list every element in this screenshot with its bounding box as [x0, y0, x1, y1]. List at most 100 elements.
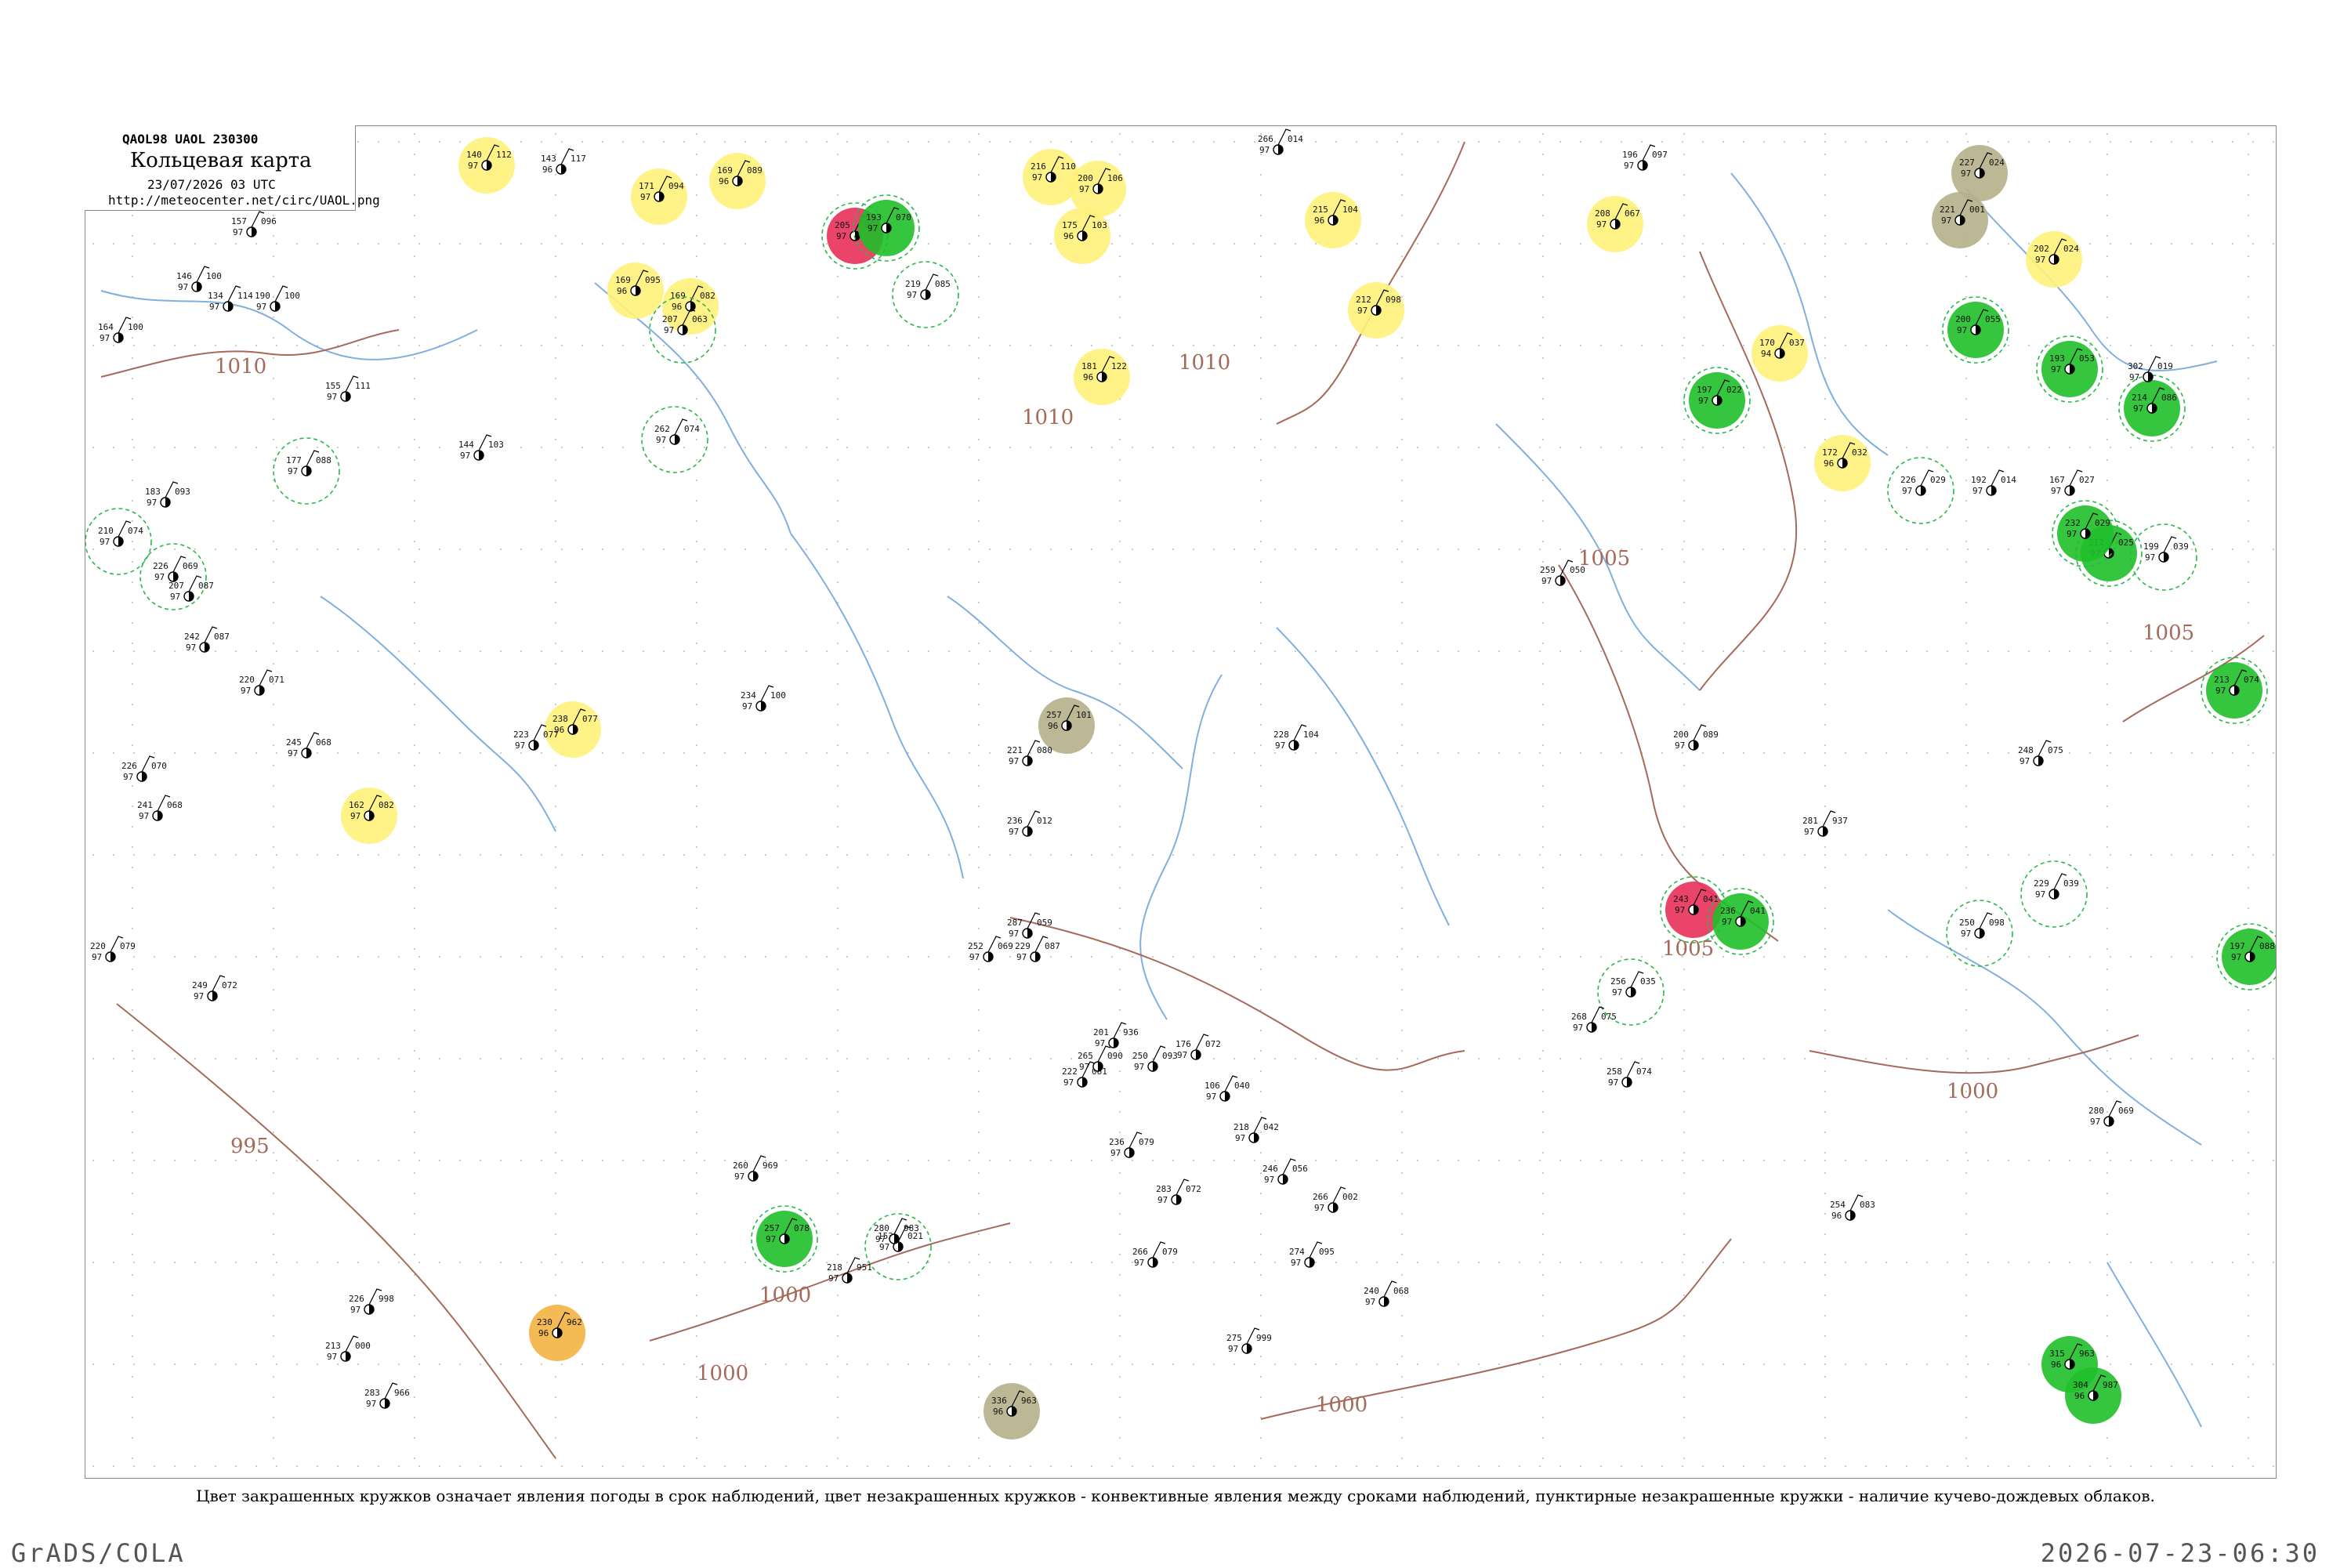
station-plot[interactable]: 146 10097 [176, 266, 222, 292]
station-plot[interactable]: 236 04197 [1707, 888, 1774, 955]
station-plot[interactable]: 155 11197 [325, 375, 371, 402]
station-plot[interactable]: 260 96997 [733, 1155, 778, 1182]
station-plot[interactable]: 177 08897 [273, 437, 340, 505]
station-plot[interactable]: 236 01297 [1007, 810, 1052, 837]
station-plot[interactable]: 228 10497 [1273, 724, 1319, 751]
station-temperature: 275 [1226, 1333, 1242, 1343]
station-plot[interactable]: 250 09897 [1946, 900, 2013, 967]
graticule-dot [132, 989, 133, 990]
station-plot[interactable]: 212 09897 [1348, 282, 1404, 339]
station-temperature: 219 [905, 279, 921, 289]
station-plot[interactable]: 167 02797 [2049, 469, 2095, 496]
graticule-dot [1274, 956, 1276, 958]
station-plot[interactable]: 183 09397 [145, 481, 190, 508]
station-plot[interactable]: 266 01497 [1258, 129, 1303, 155]
station-plot[interactable]: 236 07997 [1109, 1132, 1154, 1158]
station-plot[interactable]: 201 93697 [1093, 1022, 1139, 1048]
station-plot[interactable]: 196 09797 [1622, 144, 1668, 171]
station-plot[interactable]: 181 12296 [1074, 349, 1130, 405]
station-plot[interactable]: 213 07497 [2201, 657, 2268, 724]
station-plot[interactable]: 258 07497 [1607, 1061, 1652, 1088]
station-plot[interactable]: 157 09697 [231, 211, 277, 237]
station-plot[interactable]: 257 07897 [751, 1205, 818, 1273]
station-plot[interactable]: 220 07197 [239, 669, 284, 696]
station-plot[interactable]: 248 07597 [2018, 740, 2063, 766]
station-humidity: 97 [766, 1234, 776, 1244]
station-plot[interactable]: 283 96697 [364, 1382, 410, 1409]
station-plot[interactable]: 170 03794 [1751, 325, 1808, 382]
station-plot[interactable]: 265 09097 [1078, 1045, 1123, 1072]
station-plot[interactable]: 262 07497 [641, 406, 708, 473]
graticule-dot [1824, 643, 1826, 644]
station-plot[interactable]: 210 07497 [85, 508, 152, 575]
graticule-dot [541, 1262, 542, 1263]
graticule-dot [1119, 561, 1121, 563]
station-plot[interactable]: 241 06897 [137, 795, 183, 821]
station-plot[interactable]: 336 96396 [984, 1383, 1040, 1439]
station-plot[interactable]: 283 07297 [1156, 1179, 1201, 1205]
station-plot[interactable]: 220 07997 [90, 936, 136, 962]
station-plot[interactable]: 213 00097 [325, 1335, 371, 1362]
station-plot[interactable]: 266 00297 [1313, 1186, 1358, 1213]
station-plot[interactable]: 287 05997 [1007, 912, 1052, 939]
station-plot[interactable]: 172 03296 [1814, 435, 1871, 491]
station-plot[interactable]: 197 08897 [2216, 923, 2276, 990]
station-plot[interactable]: 304 98796 [2065, 1367, 2121, 1424]
station-plot[interactable]: 208 06797 [1587, 196, 1643, 252]
station-plot[interactable]: 218 04297 [1233, 1117, 1279, 1143]
station-plot[interactable]: 230 96296 [529, 1305, 585, 1361]
station-plot[interactable]: 175 10396 [1054, 208, 1110, 264]
station-plot[interactable]: 202 02497 [2026, 231, 2082, 288]
station-plot[interactable]: 280 06997 [2088, 1100, 2134, 1127]
station-plot[interactable]: 268 07597 [1571, 1006, 1617, 1033]
station-plot[interactable]: 218 95197 [827, 1257, 872, 1284]
station-plot[interactable]: 226 07097 [121, 755, 167, 782]
station-plot[interactable]: 214 08697 [2118, 375, 2186, 442]
graticule-dot [2089, 956, 2091, 958]
station-plot[interactable]: 144 10397 [458, 434, 504, 461]
station-plot[interactable]: 162 08297 [341, 788, 397, 844]
station-plot[interactable]: 143 11796 [541, 148, 586, 175]
station-plot[interactable]: 281 93797 [1802, 810, 1848, 837]
station-plot[interactable]: 192 01497 [1971, 469, 2016, 496]
station-plot[interactable]: 200 05597 [1942, 296, 2009, 364]
graticule-dot [744, 956, 746, 958]
graticule-dot [1172, 549, 1174, 550]
station-plot[interactable]: 226 99897 [349, 1288, 394, 1315]
graticule-dot [439, 1363, 440, 1365]
station-plot[interactable]: 229 03997 [2020, 860, 2088, 928]
station-plot[interactable]: 200 08997 [1673, 724, 1719, 751]
station-plot[interactable]: 250 09397 [1132, 1045, 1178, 1072]
station-plot[interactable]: 216 11097 [1023, 149, 1079, 205]
station-plot[interactable]: 190 10097 [255, 285, 300, 312]
station-plot[interactable]: 252 06997 [968, 936, 1013, 962]
station-plot[interactable]: 254 08396 [1830, 1194, 1875, 1221]
station-plot[interactable]: 171 09497 [631, 168, 687, 225]
station-plot[interactable]: 266 07997 [1132, 1241, 1178, 1268]
station-plot[interactable]: 275 99997 [1226, 1327, 1272, 1354]
station-plot[interactable]: 197 02297 [1683, 367, 1751, 434]
station-plot[interactable]: 249 07297 [192, 975, 237, 1001]
graticule-dot [1193, 650, 1194, 652]
station-plot[interactable]: 176 07297 [1176, 1034, 1221, 1060]
station-plot[interactable]: 240 06897 [1364, 1280, 1409, 1307]
station-plot[interactable]: 221 00197 [1932, 192, 1988, 248]
station-plot[interactable]: 140 11297 [458, 137, 515, 194]
station-plot[interactable]: 246 05697 [1262, 1158, 1308, 1185]
graticule-dot [1683, 1233, 1685, 1235]
graticule-dot [414, 1213, 415, 1215]
station-plot[interactable]: 164 10097 [98, 317, 143, 343]
station-plot[interactable]: 215 10496 [1305, 192, 1361, 248]
station-plot[interactable]: 234 10097 [741, 685, 786, 712]
station-plot[interactable]: 106 04097 [1204, 1075, 1250, 1102]
station-plot[interactable]: 229 08797 [1015, 936, 1060, 962]
map-source-url[interactable]: http://meteocenter.net/circ/UAOL.png [108, 193, 380, 208]
station-plot[interactable]: 219 08597 [892, 261, 959, 328]
station-plot[interactable]: 199 03997 [2130, 523, 2197, 591]
station-plot[interactable]: 226 02997 [1887, 457, 1954, 524]
station-plot[interactable]: 169 08996 [709, 153, 766, 209]
station-plot[interactable]: 193 05397 [2036, 335, 2103, 403]
station-plot[interactable]: 242 08797 [184, 626, 230, 653]
station-plot[interactable]: 274 09597 [1289, 1241, 1335, 1268]
station-plot[interactable]: 245 06897 [286, 732, 331, 759]
